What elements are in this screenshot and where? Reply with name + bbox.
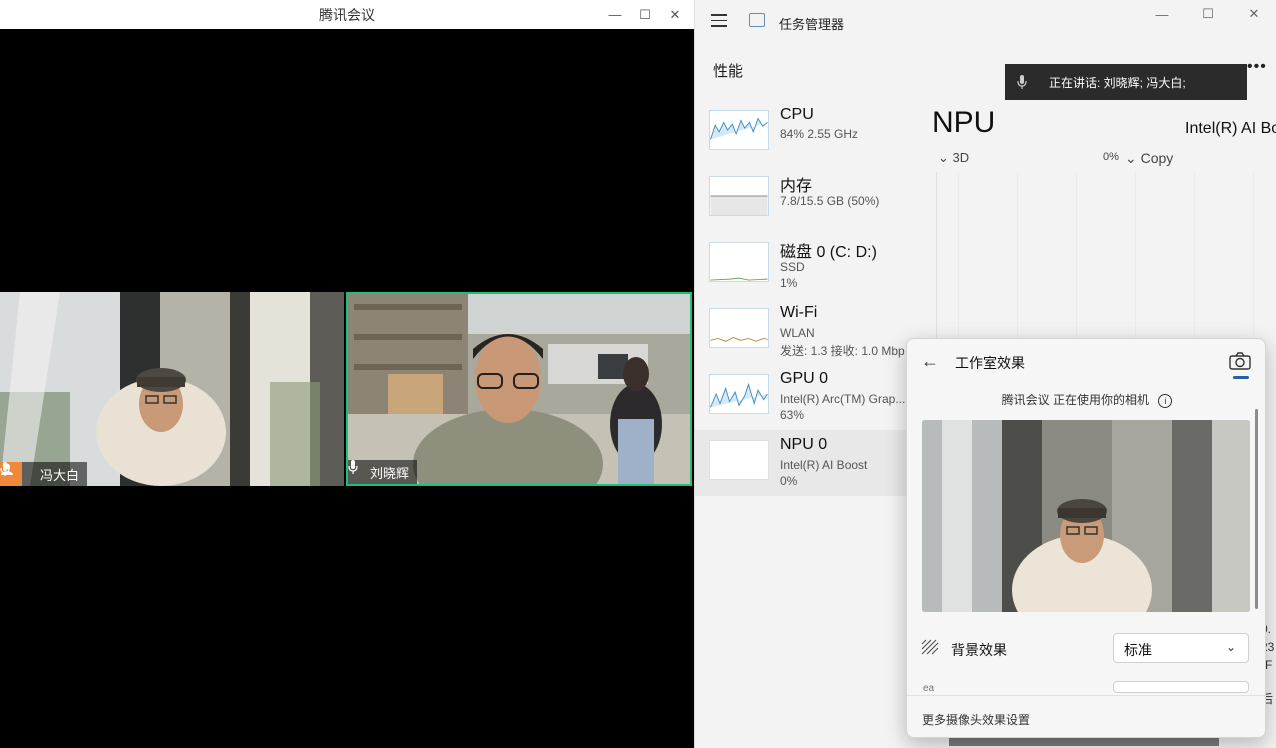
resource-detail: Intel(R) AI Boost xyxy=(780,458,868,472)
resource-item-cpu[interactable]: CPU 84% 2.55 GHz xyxy=(695,100,907,166)
hamburger-menu-icon[interactable] xyxy=(711,14,727,28)
engine-selector-copy[interactable]: ⌄ Copy xyxy=(1125,150,1173,167)
resource-list: CPU 84% 2.55 GHz 内存 7.8/15.5 GB (50%) 磁盘… xyxy=(695,100,907,496)
page-title: 性能 xyxy=(713,63,744,80)
participant-tile-liuxiaohui[interactable]: 刘晓辉 xyxy=(346,292,692,486)
task-manager-title: 任务管理器 xyxy=(779,17,845,32)
resource-item-disk[interactable]: 磁盘 0 (C: D:) SSD 1% xyxy=(695,232,907,298)
microphone-icon xyxy=(0,462,40,486)
participant-nameplate: 冯大白 xyxy=(0,462,88,486)
resource-item-npu[interactable]: NPU 0 Intel(R) AI Boost 0% xyxy=(695,430,907,496)
camera-icon[interactable] xyxy=(1229,351,1251,371)
cpu-graph-icon xyxy=(709,110,769,150)
next-setting-label: ea xyxy=(923,683,935,691)
meeting-title: 腾讯会议 xyxy=(319,6,375,23)
detail-model: Intel(R) AI Bo xyxy=(1185,120,1276,137)
task-manager-titlebar: 任务管理器 — ☐ ✕ xyxy=(695,0,1276,44)
npu-usage-graph xyxy=(936,172,1276,342)
participant-name: 刘晓辉 xyxy=(370,465,410,481)
engine-percent: 0% xyxy=(1103,151,1119,163)
microphone-icon xyxy=(348,460,370,484)
disk-graph-icon xyxy=(709,242,769,282)
engine-label: Copy xyxy=(1140,150,1174,166)
background-effects-dropdown[interactable]: 标准 ⌄ xyxy=(1113,633,1249,663)
memory-graph-icon xyxy=(709,176,769,216)
maximize-button[interactable]: ☐ xyxy=(630,0,660,29)
flyout-footer: 更多摄像头效果设置 xyxy=(907,695,1265,737)
resource-name: 内存 xyxy=(780,178,813,195)
engine-label: 3D xyxy=(952,150,970,165)
task-manager-window-controls: — ☐ ✕ xyxy=(1139,0,1276,28)
flyout-title: 工作室效果 xyxy=(955,355,1025,371)
resource-item-wifi[interactable]: Wi-Fi WLAN 发送: 1.3 接收: 1.0 Mbp xyxy=(695,298,907,364)
microphone-icon xyxy=(1005,75,1039,89)
participant-video-fengdabai xyxy=(0,292,344,486)
speaking-indicator: 正在讲话: 刘晓辉; 冯大白; xyxy=(1005,64,1247,100)
resource-name: GPU 0 xyxy=(780,370,829,387)
resource-name: CPU xyxy=(780,106,814,123)
participant-video-liuxiaohui xyxy=(348,294,690,484)
resource-detail: 发送: 1.3 接收: 1.0 Mbp xyxy=(780,344,905,358)
background-effects-icon xyxy=(921,639,939,655)
gpu-graph-icon xyxy=(709,374,769,414)
minimize-button[interactable]: — xyxy=(600,0,630,29)
resource-detail: 1% xyxy=(780,276,798,290)
background-effects-label: 背景效果 xyxy=(951,642,1007,658)
more-options-icon[interactable]: ••• xyxy=(1247,58,1267,76)
speaking-text: 正在讲话: 刘晓辉; 冯大白; xyxy=(1049,75,1186,90)
resource-name: Wi-Fi xyxy=(780,304,818,321)
background-effects-value: 标准 xyxy=(1124,642,1152,658)
camera-preview xyxy=(922,420,1250,612)
flyout-scrollbar[interactable] xyxy=(1255,409,1258,609)
resource-detail: Intel(R) Arc(TM) Grap... xyxy=(780,392,906,406)
resource-detail: 63% xyxy=(780,408,805,422)
resource-name: NPU 0 xyxy=(780,436,828,453)
resource-detail: 0% xyxy=(780,474,798,488)
close-button[interactable]: ✕ xyxy=(660,0,690,29)
resource-detail: SSD xyxy=(780,260,805,274)
camera-usage-info: 腾讯会议 正在使用你的相机 i xyxy=(907,391,1265,408)
camera-tab-indicator xyxy=(1233,376,1249,379)
minimize-button[interactable]: — xyxy=(1139,0,1185,28)
info-icon[interactable]: i xyxy=(1158,393,1173,408)
meeting-window: 腾讯会议 — ☐ ✕ 冯大白 刘晓辉 xyxy=(0,0,694,748)
meeting-titlebar: 腾讯会议 — ☐ ✕ xyxy=(0,0,694,29)
studio-effects-flyout: ← 工作室效果 腾讯会议 正在使用你的相机 i 背景效果 标准 ⌄ ea 更多摄… xyxy=(906,338,1266,738)
chevron-down-icon: ⌄ xyxy=(1225,640,1236,654)
task-manager-app-icon xyxy=(749,13,765,27)
detail-title: NPU xyxy=(932,106,996,139)
camera-usage-text: 腾讯会议 正在使用你的相机 xyxy=(1001,393,1149,407)
more-camera-settings-link[interactable]: 更多摄像头效果设置 xyxy=(922,711,1030,728)
back-arrow-icon[interactable]: ← xyxy=(921,351,941,371)
maximize-button[interactable]: ☐ xyxy=(1185,0,1231,28)
next-setting-dropdown[interactable] xyxy=(1113,681,1249,693)
resource-detail: 84% 2.55 GHz xyxy=(780,127,859,141)
participant-tile-fengdabai[interactable]: 冯大白 xyxy=(0,292,344,486)
participant-name: 冯大白 xyxy=(40,467,80,483)
close-button[interactable]: ✕ xyxy=(1231,0,1276,28)
resource-detail: WLAN xyxy=(780,326,815,340)
meeting-window-controls: — ☐ ✕ xyxy=(600,0,690,29)
resource-name: 磁盘 0 (C: D:) xyxy=(780,244,877,261)
resource-item-gpu[interactable]: GPU 0 Intel(R) Arc(TM) Grap... 63% xyxy=(695,364,907,430)
resource-detail: 7.8/15.5 GB (50%) xyxy=(780,194,880,208)
npu-graph-icon xyxy=(709,440,769,480)
engine-selector-3d[interactable]: ⌄ 3D xyxy=(938,150,969,166)
participant-nameplate: 刘晓辉 xyxy=(348,460,418,484)
resource-item-memory[interactable]: 内存 7.8/15.5 GB (50%) xyxy=(695,166,907,232)
network-graph-icon xyxy=(709,308,769,348)
